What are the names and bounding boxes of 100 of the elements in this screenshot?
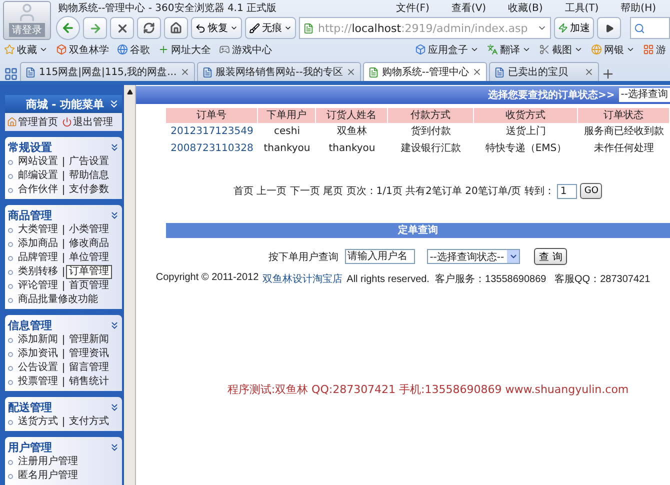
menu-item[interactable]: 工具(T): [564, 0, 599, 14]
menu-link[interactable]: 小类管理: [66, 223, 112, 237]
menu-link[interactable]: 大类管理: [15, 223, 61, 237]
bookmark-icon: [158, 44, 169, 55]
menu-link[interactable]: 支付参数: [66, 183, 112, 197]
username-field[interactable]: 请输入用户名: [344, 249, 415, 264]
quick-link[interactable]: 管理首页: [7, 115, 58, 129]
menu-link[interactable]: 品牌管理: [15, 251, 61, 265]
menu-link[interactable]: 添加新闻: [15, 333, 61, 347]
page-icon: [25, 66, 36, 78]
status-select[interactable]: --选择查询: [618, 88, 670, 102]
menu-link[interactable]: 销售统计: [66, 375, 112, 389]
bookmark-link[interactable]: 游: [643, 42, 666, 56]
menu-link[interactable]: 支付方式: [66, 415, 112, 429]
menu-link[interactable]: 留言管理: [66, 361, 112, 375]
speedup-button[interactable]: 加速: [554, 17, 594, 39]
page-field[interactable]: 1: [557, 184, 578, 198]
table-cell-text: 特快专递（EMS）: [484, 142, 568, 156]
bookmark-link[interactable]: 应用盒子: [415, 42, 479, 56]
close-icon[interactable]: [472, 67, 482, 77]
incognito-button[interactable]: 无痕: [245, 17, 296, 39]
menu-link[interactable]: 单位管理: [66, 251, 112, 265]
menu-link[interactable]: 类别转移: [15, 265, 61, 279]
order-link[interactable]: 2008723110328: [166, 140, 258, 157]
go-button[interactable]: GO: [580, 183, 602, 199]
collapse-icon[interactable]: [109, 320, 120, 330]
bullet-icon: [8, 284, 13, 288]
page-icon: [202, 66, 213, 78]
bookmark-link[interactable]: 双鱼林学: [56, 42, 109, 56]
bookmark-link[interactable]: 截图: [539, 42, 583, 56]
menu-link[interactable]: 评论管理: [15, 279, 61, 293]
search-field[interactable]: [630, 17, 670, 39]
bookmark-link[interactable]: 网址大全: [158, 42, 211, 56]
menu-item[interactable]: 帮助(H): [620, 0, 656, 14]
menu-link[interactable]: 管理资讯: [66, 347, 112, 361]
menu-link[interactable]: 注册用户管理: [15, 455, 81, 469]
new-tab-button[interactable]: [601, 67, 616, 81]
bookmark-link[interactable]: 网银: [591, 42, 635, 56]
browser-tab[interactable]: 服装网络销售网站--我的专区: [196, 62, 361, 81]
menu-item[interactable]: 查看(V): [451, 0, 486, 14]
menu-link[interactable]: 网站设置: [15, 155, 61, 169]
page-icon: [303, 22, 314, 34]
collapse-icon[interactable]: [109, 402, 120, 412]
menu-link[interactable]: 合作伙伴: [15, 183, 61, 197]
browser-tab[interactable]: 已卖出的宝贝: [489, 62, 600, 81]
home-button[interactable]: [164, 17, 188, 39]
collapse-icon[interactable]: [109, 142, 120, 152]
menu-link[interactable]: 匿名用户管理: [15, 469, 81, 483]
caret-icon: [284, 24, 292, 32]
panel-title: 用户管理: [8, 440, 52, 454]
panel-title: 商品管理: [8, 208, 52, 222]
query-label: 按下单用户查询: [268, 250, 339, 264]
status-select[interactable]: --选择查询状态--: [426, 249, 520, 264]
shop-link[interactable]: 双鱼林设计淘宝店: [262, 272, 343, 286]
restore-button[interactable]: 恢复: [191, 17, 242, 39]
collapse-icon[interactable]: [108, 98, 120, 110]
menu-item[interactable]: 收藏(B): [508, 0, 543, 14]
bookmark-icon: [4, 44, 15, 55]
bookmark-link[interactable]: 收藏: [4, 42, 48, 56]
menu-link[interactable]: 公告设置: [15, 361, 61, 375]
menu-link[interactable]: 投票管理: [15, 375, 61, 389]
tab-list-icon[interactable]: [4, 67, 18, 81]
bookmark-link[interactable]: 翻译: [487, 42, 531, 56]
menu-link[interactable]: 商品批量修改功能: [15, 293, 101, 307]
refresh-button[interactable]: [137, 17, 161, 39]
window-title: 购物系统--管理中心 - 360安全浏览器 4.1 正式版: [58, 2, 278, 14]
menu-link[interactable]: 首页管理: [66, 279, 112, 293]
back-button[interactable]: [56, 16, 80, 40]
play-button[interactable]: [597, 17, 621, 39]
menu-link[interactable]: 添加资讯: [15, 347, 61, 361]
scroll-up-icon[interactable]: [126, 89, 132, 95]
table-cell-text: 双鱼林: [336, 124, 368, 139]
order-link[interactable]: 2012317123549: [166, 123, 258, 140]
collapse-icon[interactable]: [109, 210, 120, 220]
browser-tab[interactable]: 115网盘|网盘|115,我的网盘...: [20, 62, 195, 81]
menu-link[interactable]: 帮助信息: [66, 169, 112, 183]
menu-item[interactable]: 文件(F): [396, 0, 430, 14]
menu-link[interactable]: 管理新闻: [66, 333, 112, 347]
bookmark-link[interactable]: 游戏中心: [219, 42, 272, 56]
bookmark-icon: [487, 44, 498, 55]
menu-link[interactable]: 订单管理: [66, 265, 112, 279]
collapse-icon[interactable]: [109, 442, 120, 452]
menu-link[interactable]: 修改商品: [66, 237, 112, 251]
menu-link[interactable]: 添加商品: [15, 237, 61, 251]
table-cell-text: 服务商已经收到款: [583, 124, 665, 139]
quick-link[interactable]: 退出管理: [62, 115, 113, 129]
close-icon[interactable]: [180, 67, 190, 77]
panel-title: 信息管理: [8, 318, 52, 332]
close-icon[interactable]: [346, 67, 356, 77]
bookmark-icon: [415, 44, 426, 55]
stop-button[interactable]: [110, 17, 134, 39]
menu-link[interactable]: 广告设置: [66, 155, 112, 169]
query-button[interactable]: 查 询: [534, 248, 568, 265]
address-field[interactable]: http://localhost:2919/admin/index.asp: [299, 17, 551, 39]
table-cell-text: thankyou: [328, 142, 376, 156]
browser-tab[interactable]: 购物系统--管理中心: [362, 62, 488, 81]
menu-link[interactable]: 邮编设置: [15, 169, 61, 183]
close-icon[interactable]: [584, 67, 594, 77]
bookmark-link[interactable]: 谷歌: [117, 42, 150, 56]
menu-link[interactable]: 送货方式: [15, 415, 61, 429]
